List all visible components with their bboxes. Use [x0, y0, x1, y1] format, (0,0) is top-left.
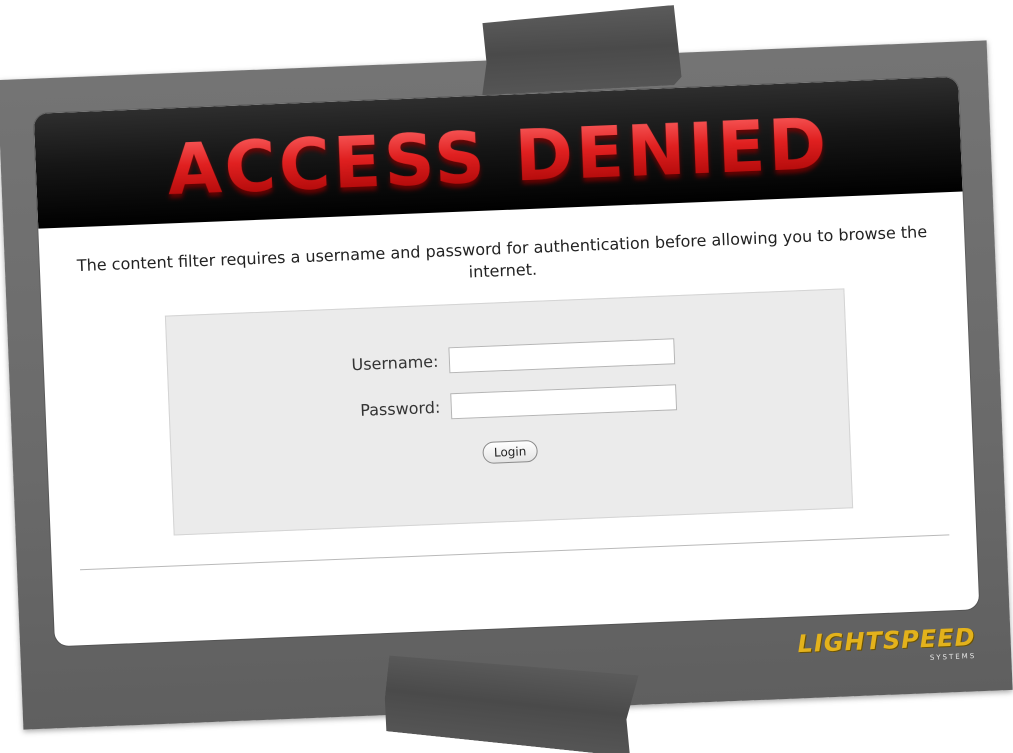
filter-message: The content filter requires a username a… [76, 222, 928, 282]
password-row: Password: [129, 377, 847, 432]
password-label: Password: [359, 397, 441, 420]
page-title: ACCESS DENIED [165, 102, 831, 211]
lightspeed-logo: LIGHTSPEED SYSTEMS [775, 623, 977, 682]
login-form: Username: Password: Login [164, 288, 853, 536]
username-row: Username: [127, 331, 845, 386]
password-input[interactable] [449, 384, 677, 420]
username-label: Username: [351, 351, 439, 374]
page-content: The content filter requires a username a… [38, 192, 976, 572]
access-denied-page: ACCESS DENIED The content filter require… [33, 76, 980, 647]
login-button[interactable]: Login [482, 439, 538, 465]
scene: ACCESS DENIED The content filter require… [0, 0, 1013, 753]
submit-row: Login [171, 423, 849, 476]
tape-top [478, 5, 682, 95]
divider [79, 534, 949, 571]
username-input[interactable] [447, 338, 675, 374]
